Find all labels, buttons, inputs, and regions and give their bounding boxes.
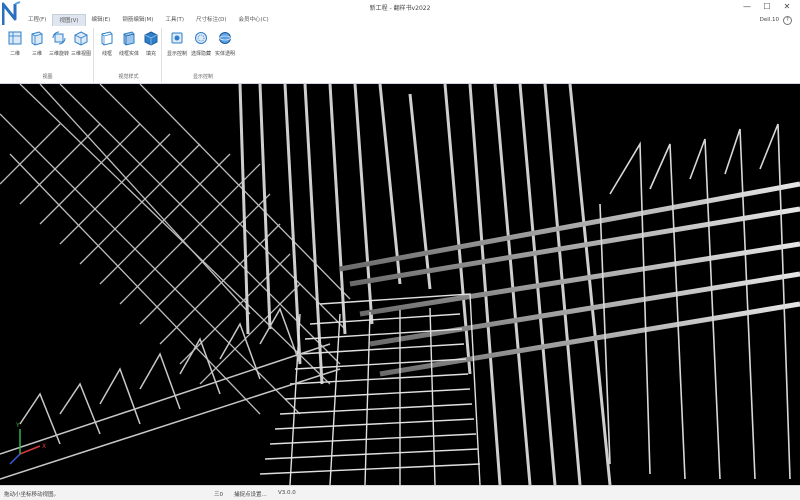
rotate-3d-label: 三维旋转 xyxy=(48,51,69,57)
wireframe-solid-label: 线框实体 xyxy=(118,51,139,57)
select-hide-icon xyxy=(195,32,207,44)
view-2d-label: 二维 xyxy=(9,51,20,57)
solid-transparent-button[interactable]: 实体透明 xyxy=(214,30,236,57)
rotate-3d-button[interactable]: 三维旋转 xyxy=(48,30,70,57)
axis-x-label: X xyxy=(42,443,46,450)
display-control-icon xyxy=(171,32,183,44)
window-controls: — ☐ ✕ xyxy=(738,1,796,12)
status-bar: 拖动小坐标移动视图。 三0 捕捉点设置... V3.0.0 xyxy=(0,485,800,500)
solid-transparent-label: 实体透明 xyxy=(214,51,235,57)
wireframe-label: 线框 xyxy=(101,51,112,57)
menu-tab-edit[interactable]: 编辑(E) xyxy=(86,14,117,26)
menu-bar: 工程(F) 视图(V) 编辑(E) 钢筋编辑(M) 工具(T) 尺寸标注(D) … xyxy=(22,14,275,26)
wireframe-solid-icon xyxy=(123,31,135,46)
view-2d-button[interactable]: 二维 xyxy=(4,30,26,57)
ribbon-group-view-label: 视图 xyxy=(42,74,53,80)
ribbon-group-visual-style-label: 视觉样式 xyxy=(118,74,139,80)
display-control-label: 显示控制 xyxy=(166,51,187,57)
fill-cube-icon xyxy=(144,31,158,46)
menu-tab-rebar-edit[interactable]: 钢筋编辑(M) xyxy=(116,14,159,26)
snap-settings-button[interactable]: 捕捉点设置... xyxy=(234,490,267,498)
transparent-sphere-icon xyxy=(219,32,231,44)
status-mid-value[interactable]: 三0 xyxy=(214,490,223,498)
select-hide-button[interactable]: 选择隐藏 xyxy=(190,30,212,57)
rotate-3d-icon xyxy=(52,31,66,45)
menu-tab-dimension[interactable]: 尺寸标注(D) xyxy=(190,14,233,26)
view-3d-label: 三维 xyxy=(31,51,42,57)
wireframe-icon xyxy=(101,31,113,46)
wireframe-solid-button[interactable]: 线框实体 xyxy=(118,30,140,57)
account-label[interactable]: Dell.10 xyxy=(760,17,779,23)
rebar-3d-scene: X Y xyxy=(0,84,800,485)
3d-view-icon xyxy=(31,31,43,46)
select-hide-label: 选择隐藏 xyxy=(190,51,211,57)
minimize-button[interactable]: — xyxy=(738,1,756,12)
3d-viewport[interactable]: X Y xyxy=(0,84,800,485)
menu-tab-member[interactable]: 会员中心(C) xyxy=(233,14,275,26)
ribbon-panel: 二维 三维 三维旋转 三维视图 视图 线框 线框实体 填充 视觉样式 显示控制 … xyxy=(0,26,800,84)
menu-tab-tools[interactable]: 工具(T) xyxy=(159,14,190,26)
close-button[interactable]: ✕ xyxy=(778,1,796,12)
ribbon-group-display-control: 显示控制 选择隐藏 实体透明 显示控制 xyxy=(164,28,242,82)
help-icon[interactable]: ? xyxy=(783,15,792,25)
fill-button[interactable]: 填充 xyxy=(140,30,162,57)
window-title: 新工程 - 翻样书v2022 xyxy=(369,5,431,12)
menu-right-area: Dell.10 ? xyxy=(760,14,792,26)
status-message: 拖动小坐标移动视图。 xyxy=(4,492,60,498)
app-window: 新工程 - 翻样书v2022 — ☐ ✕ 工程(F) 视图(V) 编辑(E) 钢… xyxy=(0,0,800,500)
axis-y-label: Y xyxy=(15,422,20,429)
ribbon-group-visual-style: 线框 线框实体 填充 视觉样式 xyxy=(96,28,162,82)
display-control-button[interactable]: 显示控制 xyxy=(166,30,188,57)
fill-label: 填充 xyxy=(145,51,156,57)
3d-view-dropdown-label: 三维视图 xyxy=(70,51,91,57)
view-3d-button[interactable]: 三维 xyxy=(26,30,48,57)
cube-view-icon xyxy=(74,31,88,46)
menu-tab-view[interactable]: 视图(V) xyxy=(52,14,86,26)
version-label: V3.0.0 xyxy=(278,490,296,496)
maximize-button[interactable]: ☐ xyxy=(758,1,776,12)
title-bar: 新工程 - 翻样书v2022 — ☐ ✕ xyxy=(0,0,800,25)
menu-tab-project[interactable]: 工程(F) xyxy=(22,14,52,26)
2d-view-icon xyxy=(8,31,22,45)
ribbon-group-view: 二维 三维 三维旋转 三维视图 视图 xyxy=(2,28,94,82)
ribbon-group-display-control-label: 显示控制 xyxy=(192,74,213,80)
3d-view-dropdown-button[interactable]: 三维视图 xyxy=(70,30,92,57)
wireframe-button[interactable]: 线框 xyxy=(96,30,118,57)
